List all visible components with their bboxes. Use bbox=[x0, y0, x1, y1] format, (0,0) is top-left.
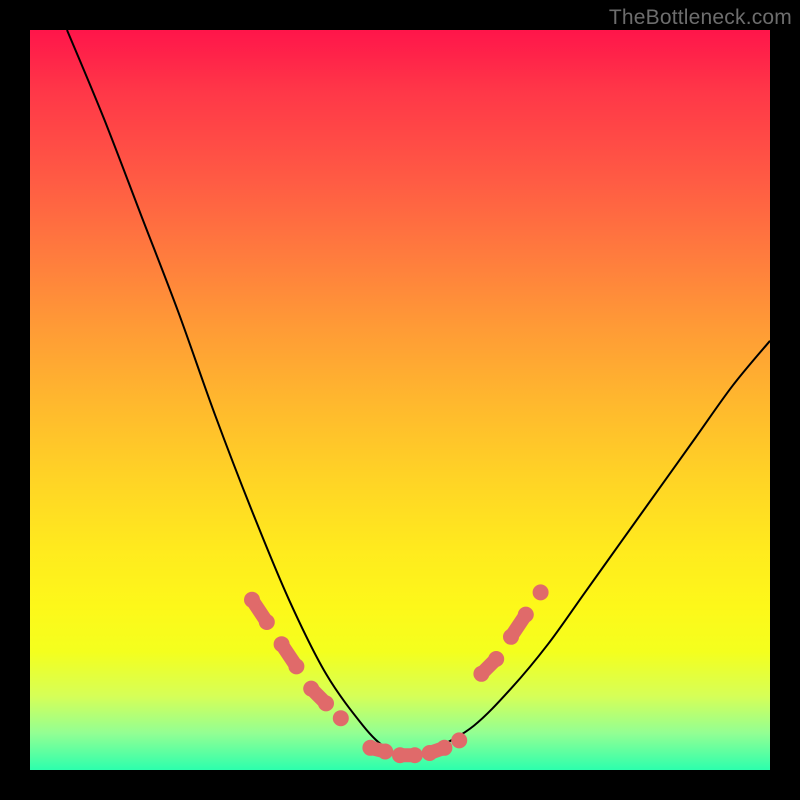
curve-svg bbox=[30, 30, 770, 770]
plot-area bbox=[30, 30, 770, 770]
watermark-text: TheBottleneck.com bbox=[609, 6, 792, 30]
highlight-markers bbox=[244, 584, 549, 763]
bottleneck-curve-line bbox=[67, 30, 770, 756]
chart-container: TheBottleneck.com bbox=[0, 0, 800, 800]
